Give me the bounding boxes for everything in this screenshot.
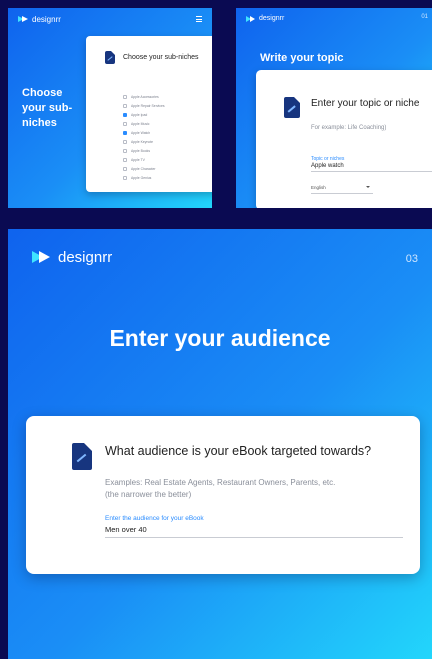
checkbox[interactable] <box>123 166 127 171</box>
checkbox[interactable] <box>123 94 127 99</box>
audience-hint-line1: Examples: Real Estate Agents, Restaurant… <box>105 478 336 487</box>
audience-hint-line2: (the narrower the better) <box>105 490 192 499</box>
subniche-option[interactable]: Apple Genius <box>123 173 165 182</box>
step-number: 01 <box>421 14 428 20</box>
menu-icon[interactable] <box>196 16 202 22</box>
document-icon <box>105 51 115 64</box>
checkbox[interactable] <box>123 157 127 162</box>
topic-card-title: Enter your topic or niche <box>311 98 420 109</box>
subniche-option[interactable]: Apple Books <box>123 146 165 155</box>
subniche-option-label: Apple Watch <box>131 130 151 135</box>
checkbox-checked[interactable] <box>123 112 127 117</box>
document-icon <box>72 443 92 470</box>
checkbox[interactable] <box>123 175 127 180</box>
audience-card: What audience is your eBook targeted tow… <box>26 416 420 574</box>
document-icon <box>284 97 300 118</box>
chevron-down-icon <box>366 186 370 188</box>
designrr-logo[interactable]: designrr <box>246 15 284 22</box>
subniche-option[interactable]: Apple Accessories <box>123 92 165 101</box>
language-select[interactable]: English <box>311 181 373 194</box>
subniches-side-title: Choose your sub-niches <box>22 87 73 129</box>
subniche-option-label: Apple Music <box>131 121 150 126</box>
subniche-option[interactable]: Apple Ipad <box>123 110 165 119</box>
subniche-option-label: Apple Character <box>131 166 156 171</box>
subniche-option-label: Apple Ipad <box>131 112 148 117</box>
audience-hint: Examples: Real Estate Agents, Restaurant… <box>105 477 365 501</box>
language-value: English <box>311 184 326 190</box>
subniche-option[interactable]: Apple Keynote <box>123 137 165 146</box>
subniche-option-label: Apple Books <box>131 148 151 153</box>
topic-card: Enter your topic or niche For example: L… <box>256 70 432 208</box>
subniche-option-label: Apple Keynote <box>131 139 154 144</box>
subniche-option[interactable]: Apple TV <box>123 155 165 164</box>
topic-heading: Write your topic <box>260 52 344 64</box>
checkbox[interactable] <box>123 121 127 126</box>
audience-heading: Enter your audience <box>109 325 331 351</box>
topic-hint: For example: Life Coaching) <box>311 125 387 131</box>
step-number: 03 <box>405 253 418 265</box>
audience-input[interactable] <box>105 525 403 538</box>
designrr-logo-icon <box>32 251 52 264</box>
subniches-card: Choose your sub-niches Apple Accessories… <box>86 36 212 192</box>
brand-name: designrr <box>58 249 113 266</box>
brand-name: designrr <box>259 15 285 22</box>
audience-field-label: Enter the audience for your eBook <box>105 515 204 522</box>
subniche-option-label: Apple Repair Services <box>131 103 165 108</box>
subniches-panel: designrr Choose your sub-niches Choose y… <box>8 8 212 208</box>
subniches-card-title: Choose your sub-niches <box>123 54 199 61</box>
topic-input[interactable]: Apple watch <box>311 163 432 172</box>
subniche-option[interactable]: Apple Character <box>123 164 165 173</box>
checkbox[interactable] <box>123 148 127 153</box>
subniche-option[interactable]: Apple Music <box>123 119 165 128</box>
checkbox[interactable] <box>123 139 127 144</box>
checkbox-checked[interactable] <box>123 130 127 135</box>
checkbox[interactable] <box>123 103 127 108</box>
designrr-logo[interactable]: designrr <box>18 15 61 24</box>
designrr-logo-icon <box>246 15 256 22</box>
designrr-logo-icon <box>18 16 29 23</box>
audience-card-title: What audience is your eBook targeted tow… <box>105 444 372 458</box>
brand-name: designrr <box>32 15 61 24</box>
subniche-option[interactable]: Apple Watch <box>123 128 165 137</box>
topic-panel: designrr 01 Write your topic Enter your … <box>236 8 432 208</box>
subniche-option-label: Apple Genius <box>131 175 152 180</box>
subniche-options: Apple Accessories Apple Repair Services Ap… <box>123 92 165 182</box>
subniche-option-label: Apple Accessories <box>131 94 159 99</box>
topic-field-label: Topic or niches <box>311 156 345 162</box>
subniche-option-label: Apple TV <box>131 157 145 162</box>
audience-panel: designrr 03 Enter your audience What aud… <box>8 229 432 659</box>
subniche-option[interactable]: Apple Repair Services <box>123 101 165 110</box>
designrr-logo[interactable]: designrr <box>32 249 112 266</box>
